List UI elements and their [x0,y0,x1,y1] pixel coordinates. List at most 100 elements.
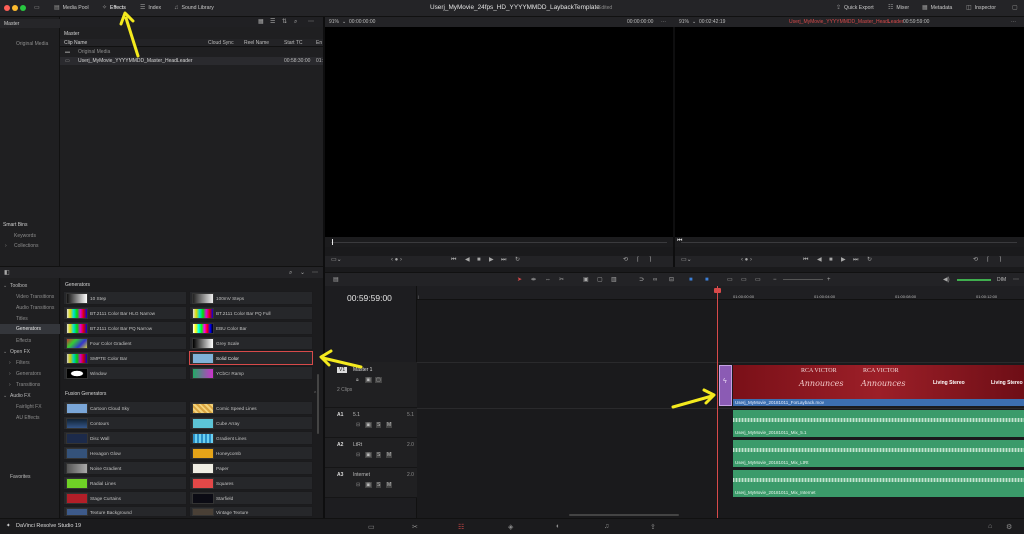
mark-out-icon[interactable]: ⌉ [649,256,651,264]
settings-gear-icon[interactable]: ⚙ [1006,523,1012,531]
metadata-button[interactable]: ▦ Metadata [922,4,952,13]
fusion-starfield[interactable]: Starfield [189,491,313,505]
mixer-button[interactable]: ☷ Mixer [888,4,909,13]
go-to-start-icon[interactable]: ⏮ [451,256,456,264]
fusion-stage-curtains[interactable]: Stage Curtains [63,491,187,505]
marker-icon[interactable]: ■ [705,276,709,284]
track-v1-lock-icon[interactable]: 🔒︎ [356,377,359,383]
insert-clip-icon[interactable]: ▣ [583,276,589,284]
sidebar-toggle-icon[interactable]: ◧ [4,269,10,277]
audio-clip-a3[interactable]: Userj_MyMovie_20181011_Mix_Internet [733,470,1024,497]
timeline-view-icon[interactable]: ▤ [333,276,339,284]
track-a1-mute-button[interactable]: M [386,422,393,428]
track-a3-mute-button[interactable]: M [386,482,393,488]
generator-ebu-color-bar[interactable]: EBU Color Bar [189,321,313,335]
color-page-icon[interactable]: ◐ [556,523,560,530]
effects-options-icon[interactable]: ⋯ [312,269,318,277]
fusion-hexagon-glow[interactable]: Hexagon Glow [63,446,187,460]
source-view-options-icon[interactable]: ▭⌄ [331,256,342,264]
filters-expand-icon[interactable]: › [9,360,11,366]
bin-original-media[interactable]: Original Media [16,41,48,47]
minimize-window-button[interactable] [12,5,18,11]
timeline-zoom[interactable]: 91% [679,19,689,25]
transitions-expand-icon[interactable]: › [9,382,11,388]
fusion-comic-speed-lines[interactable]: Comic Speed Lines [189,401,313,415]
timeline-dropdown-icon[interactable]: ⌄ [887,19,891,25]
track-a2-solo-button[interactable]: S [376,452,382,458]
list-view-icon[interactable]: ☰ [270,18,275,26]
media-page-icon[interactable]: ▭ [368,523,375,531]
track-a1-header[interactable]: A1 5.1 5.1 ⊟ ▣ S M [325,408,417,438]
tl-go-to-start-icon[interactable]: ⏮ [803,256,808,264]
fairlight-page-icon[interactable]: ♫ [604,523,609,530]
timeline-viewer[interactable] [675,27,1024,237]
generator-smpte-color-bar[interactable]: SMPTE Color Bar [63,351,187,365]
selection-tool-icon[interactable]: ➤ [517,276,522,284]
search-icon[interactable]: ⌕ [294,18,297,26]
track-a3-clip-toggle-icon[interactable]: ▣ [365,482,372,488]
tree-video-transitions[interactable]: Video Transitions [16,294,54,300]
tree-au-effects[interactable]: AU Effects [16,415,40,421]
track-a2-mute-button[interactable]: M [386,452,393,458]
tree-effects[interactable]: Effects [16,338,31,344]
tl-loop-icon[interactable]: ↻ [867,256,872,264]
linked-selection-icon[interactable]: ∞ [653,276,657,284]
smart-bin-keywords[interactable]: Keywords [14,233,36,239]
solid-color-clip[interactable]: ϟ [719,365,732,406]
volume-slider[interactable] [957,279,991,281]
grid-view-icon[interactable]: ▦ [258,18,264,26]
generator-ycbcr-ramp[interactable]: YCbCr Ramp [189,366,313,380]
track-a3-header[interactable]: A3 Internet 2.0 ⊟ ▣ S M [325,468,417,498]
source-zoom[interactable]: 91% [329,19,339,25]
tree-filters[interactable]: Filters [16,360,30,366]
table-row[interactable]: ▭ Userj_MyMovie_YYYYMMDD_Master_HeadLead… [60,57,323,65]
generator-four-color-gradient[interactable]: Four Color Gradient [63,336,187,350]
timeline-scrollbar[interactable] [569,514,679,516]
effects-search-icon[interactable]: ⌕ [289,269,292,277]
generator-100mv-steps[interactable]: 100mV Steps [189,291,313,305]
fusion-texture-background[interactable]: Texture Background [63,506,187,517]
lock-icon[interactable]: ⊟ [669,276,674,284]
tl-stop-icon[interactable]: ■ [829,256,833,264]
toolbox-expand-icon[interactable]: ⌄ [3,283,7,289]
fusion-cartoon-cloud-sky[interactable]: Cartoon Cloud Sky [63,401,187,415]
jog-icon[interactable]: ‹ ● › [391,256,402,264]
mark-in-icon[interactable]: ⌈ [637,256,639,264]
source-loop-icon[interactable]: ⟲ [623,256,628,264]
fusion-vintage-texture[interactable]: Vintage Texture [189,506,313,517]
column-cloud-sync[interactable]: Cloud Sync [208,40,234,46]
tl-mark-in-icon[interactable]: ⌈ [987,256,989,264]
generator-window[interactable]: Window [63,366,187,380]
blade-tool-icon[interactable]: ✂ [559,276,564,284]
go-to-end-icon[interactable]: ⏭ [501,256,506,264]
track-a3-lock-icon[interactable]: ⊟ [356,482,360,488]
tree-ofx-transitions[interactable]: Transitions [16,382,40,388]
zoom-window-button[interactable] [20,5,26,11]
column-reel-name[interactable]: Reel Name [244,40,269,46]
fusion-disc-wall[interactable]: Disc Wall [63,431,187,445]
zoom-custom-icon[interactable]: ▭ [755,276,761,284]
playhead-handle[interactable] [714,288,721,293]
zoom-detail-icon[interactable]: ▭ [741,276,747,284]
timeline-track-area[interactable]: | 01:00:00:00 01:00:04:00 01:00:08:00 01… [417,286,1024,518]
timeline-options-icon[interactable]: ⋯ [1011,19,1016,25]
column-clip-name[interactable]: Clip Name [64,40,87,46]
expand-collections-icon[interactable]: › [5,243,7,249]
monitor-icon[interactable]: ▭ [34,4,40,13]
flag-icon[interactable]: ■ [689,276,693,284]
generator-bt2111-hlg-narrow[interactable]: BT.2111 Color Bar HLG Narrow [63,306,187,320]
zoom-out-icon[interactable]: − [773,276,777,284]
trim-tool-icon[interactable]: ⇹ [531,276,536,284]
tl-play-icon[interactable]: ▶ [841,256,846,264]
play-reverse-icon[interactable]: ◀ [465,256,470,264]
openfx-expand-icon[interactable]: ⌄ [3,349,7,355]
library-scrollbar[interactable] [317,374,319,434]
tree-open-fx[interactable]: Open FX [10,349,30,355]
timeline-view-options-icon[interactable]: ▭⌄ [681,256,692,264]
zoom-in-icon[interactable]: + [827,276,831,284]
source-scrubber[interactable] [325,237,673,247]
audiofx-expand-icon[interactable]: ⌄ [3,393,7,399]
tree-ofx-generators[interactable]: Generators [16,371,41,377]
deliver-page-icon[interactable]: ⇪ [650,523,656,531]
more-options-icon[interactable]: ⋯ [308,18,314,26]
